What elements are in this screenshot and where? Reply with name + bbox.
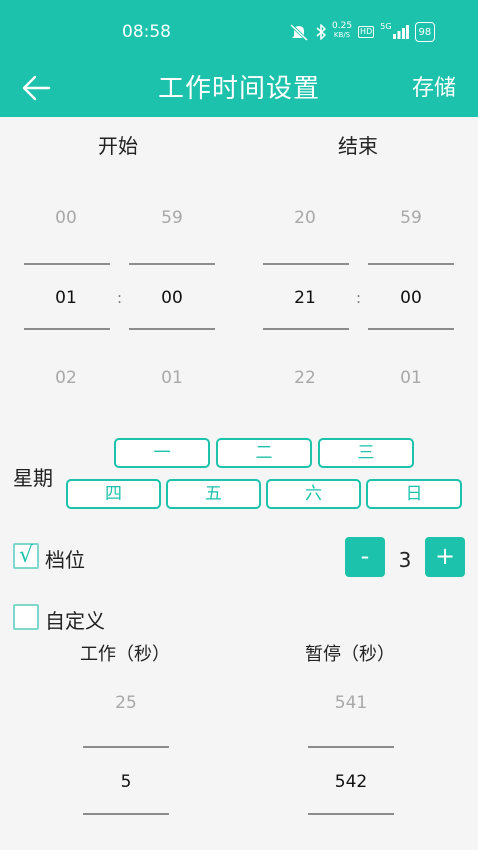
day-button-thu[interactable]: 四 [66, 479, 161, 509]
picker-divider [263, 263, 349, 265]
work-seconds-selected[interactable]: 5 [83, 772, 169, 792]
page-title: 工作时间设置 [157, 74, 320, 104]
start-hour-prev[interactable]: 00 [23, 208, 109, 228]
start-minute-prev[interactable]: 59 [129, 208, 215, 228]
end-hour-prev[interactable]: 20 [262, 208, 348, 228]
network-speed-unit: KB/S [333, 31, 351, 39]
end-minute-next[interactable]: 01 [368, 368, 454, 388]
day-button-wed[interactable]: 三 [318, 438, 414, 468]
day-button-mon[interactable]: 一 [114, 438, 210, 468]
day-button-fri[interactable]: 五 [166, 479, 261, 509]
signal-label: 5G [380, 22, 392, 31]
day-button-sun[interactable]: 日 [366, 479, 462, 509]
picker-divider [308, 813, 394, 815]
title-bar: 工作时间设置 存储 [0, 62, 478, 117]
status-icons: 0.25 KB/S HD 5G 98 [288, 22, 436, 42]
day-button-sat[interactable]: 六 [266, 479, 361, 509]
picker-divider [263, 328, 349, 330]
picker-divider [308, 746, 394, 748]
picker-divider [24, 328, 110, 330]
picker-divider [24, 263, 110, 265]
start-hour-selected[interactable]: 01 [23, 288, 109, 308]
work-seconds-label: 工作（秒） [80, 644, 170, 665]
status-time: 08:58 [122, 22, 171, 42]
picker-divider [368, 263, 454, 265]
end-minute-selected[interactable]: 00 [368, 288, 454, 308]
save-button[interactable]: 存储 [412, 70, 456, 102]
gear-value: 3 [398, 548, 412, 572]
app-header-bar: 08:58 0.25 KB/S HD 5G 98 工作时间设置 存储 [0, 0, 478, 117]
custom-checkbox[interactable] [13, 604, 39, 630]
hd-icon: HD [358, 26, 375, 38]
start-hour-next[interactable]: 02 [23, 368, 109, 388]
picker-divider [129, 328, 215, 330]
picker-divider [83, 746, 169, 748]
end-hour-next[interactable]: 22 [262, 368, 348, 388]
signal-icon: 5G [380, 22, 409, 42]
pause-seconds-label: 暂停（秒） [305, 644, 395, 665]
picker-divider [83, 813, 169, 815]
battery-icon: 98 [414, 22, 436, 42]
custom-label: 自定义 [45, 609, 105, 633]
end-label: 结束 [338, 134, 378, 158]
start-minute-next[interactable]: 01 [129, 368, 215, 388]
network-speed-value: 0.25 [332, 21, 353, 31]
start-minute-selected[interactable]: 00 [129, 288, 215, 308]
end-hour-selected[interactable]: 21 [262, 288, 348, 308]
gear-checkbox[interactable]: √ [13, 543, 39, 569]
pause-seconds-selected[interactable]: 542 [308, 772, 394, 792]
day-button-tue[interactable]: 二 [216, 438, 312, 468]
gear-increment-button[interactable]: + [425, 537, 465, 577]
gear-decrement-button[interactable]: - [345, 537, 385, 577]
week-label: 星期 [13, 466, 53, 490]
picker-divider [368, 328, 454, 330]
network-speed: 0.25 KB/S [332, 22, 352, 42]
work-seconds-prev[interactable]: 25 [83, 693, 169, 713]
bluetooth-icon [316, 22, 326, 42]
status-bar: 08:58 0.25 KB/S HD 5G 98 [0, 0, 478, 62]
end-separator: : [356, 289, 362, 307]
mute-icon [288, 22, 310, 42]
end-minute-prev[interactable]: 59 [368, 208, 454, 228]
start-separator: : [117, 289, 123, 307]
pause-seconds-prev[interactable]: 541 [308, 693, 394, 713]
start-label: 开始 [98, 134, 138, 158]
gear-label: 档位 [45, 548, 85, 572]
picker-divider [129, 263, 215, 265]
